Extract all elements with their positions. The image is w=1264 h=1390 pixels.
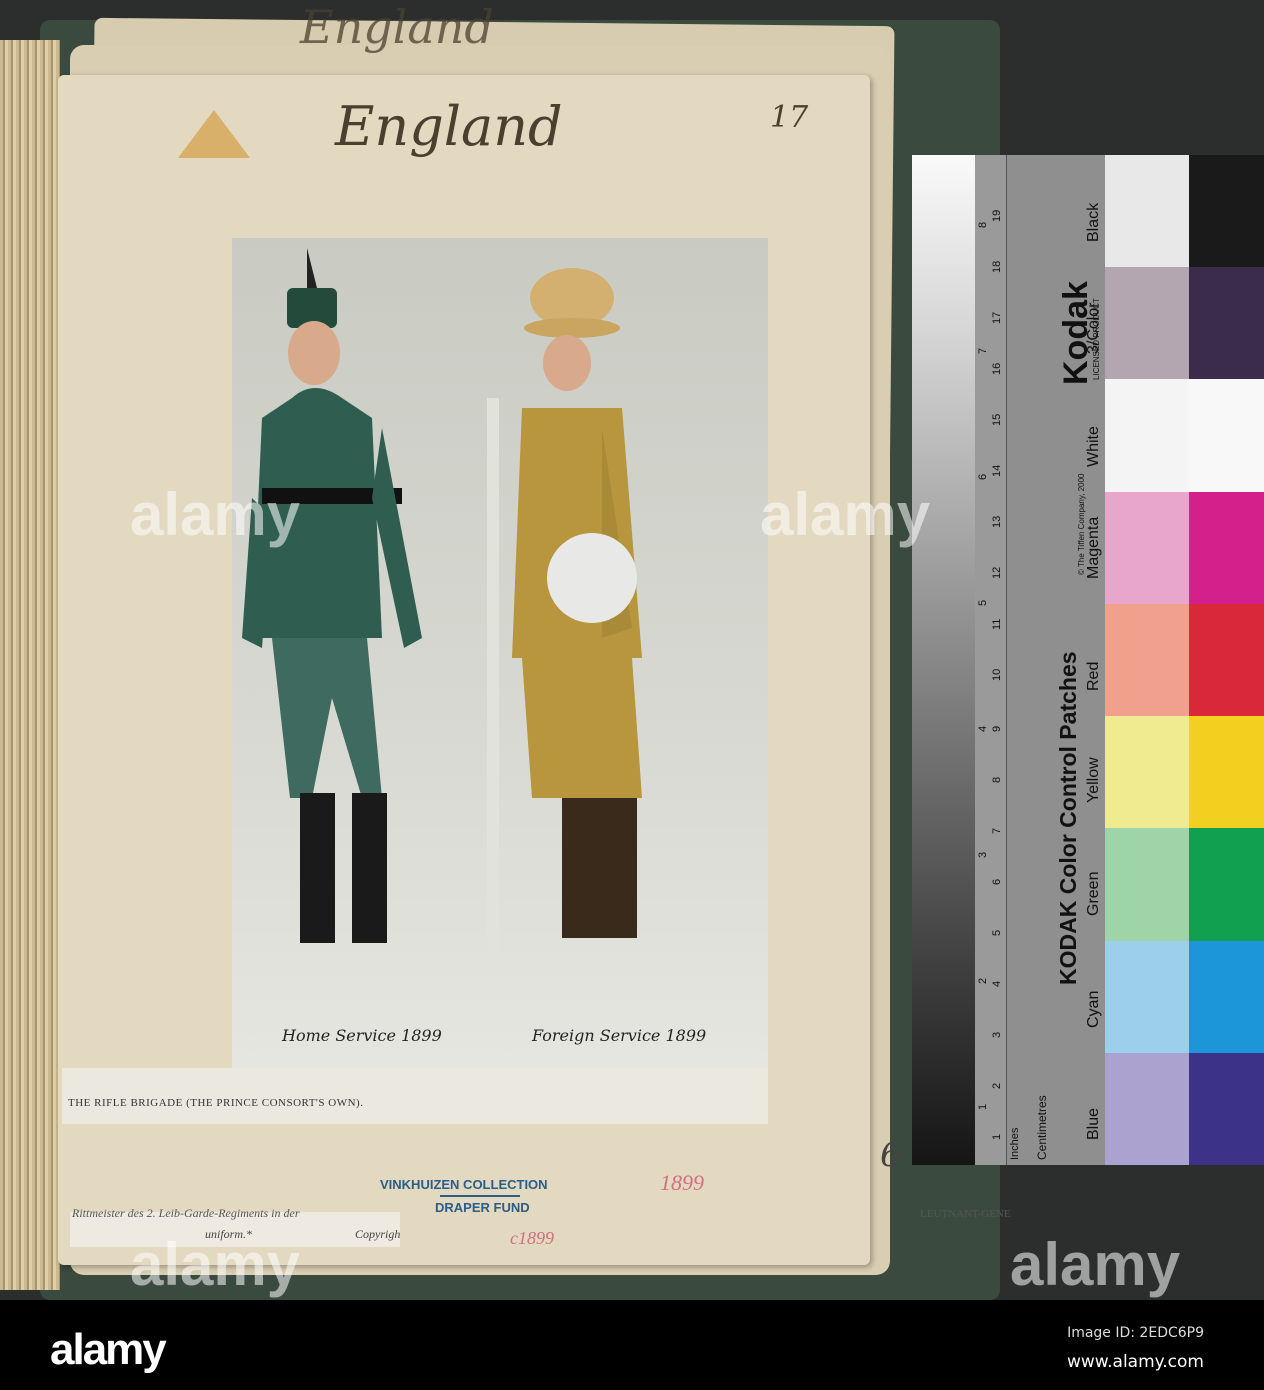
watermark: alamy: [130, 481, 301, 548]
printed-fragment: Rittmeister des 2. Leib-Garde-Regiments …: [72, 1206, 300, 1220]
color-patch: [1105, 155, 1189, 268]
inch-tick-label: 2: [977, 977, 989, 984]
cm-tick-label: 15: [991, 413, 1003, 426]
printed-fragment: Copyrigh: [355, 1227, 401, 1241]
inches-label: Inches: [1009, 1127, 1021, 1160]
caption-strip: [62, 1068, 768, 1124]
ruler: 1 2 3 4 5 6 7 8 9 10 11 12 13 14 15 16 17 18 19 1 2 3 4 5 6 7 8: [975, 155, 1007, 1165]
color-patch: [1189, 267, 1264, 380]
kodak-color-target: 1 2 3 4 5 6 7 8 9 10 11 12 13 14 15 16 17 18 19 1 2 3 4 5 6 7 8 In…: [912, 155, 1264, 1165]
site-url: www.alamy.com: [1066, 1352, 1204, 1372]
cm-tick-label: 14: [991, 464, 1003, 477]
color-patch: [1105, 603, 1189, 717]
soldiers-drawing: [242, 248, 642, 978]
printed-fragment: LEUTNANT-GENE: [920, 1208, 1011, 1220]
color-patch: [1105, 267, 1189, 380]
book-page-edges: [0, 40, 60, 1290]
lower-page-number: 6: [880, 1135, 902, 1175]
inch-tick-label: 3: [977, 851, 989, 858]
cm-tick-label: 10: [991, 668, 1003, 681]
color-label: Blue: [1085, 1107, 1102, 1140]
inch-tick-label: 5: [977, 599, 989, 606]
inch-tick-label: 6: [977, 473, 989, 480]
cm-tick-label: 16: [991, 362, 1003, 375]
watermark: alamy: [1010, 1231, 1181, 1298]
handwritten-title: England: [335, 95, 563, 158]
page-number: 17: [770, 100, 809, 135]
tape-corner: [178, 110, 250, 158]
color-patch: [1189, 940, 1264, 1053]
color-patches: [1105, 155, 1264, 1165]
color-patch: [1105, 379, 1189, 492]
color-label: Green: [1085, 871, 1102, 916]
color-patch: [1189, 379, 1264, 492]
color-label: White: [1085, 425, 1102, 467]
image-id: Image ID: 2EDC6P9: [1067, 1325, 1204, 1341]
color-patch: [1189, 491, 1264, 604]
cm-tick-label: 1: [991, 1133, 1003, 1140]
color-label: Yellow: [1085, 757, 1102, 804]
color-patch: [1189, 155, 1264, 268]
cm-tick-label: 11: [991, 618, 1003, 630]
handwritten-title-top: England: [300, 0, 494, 54]
watermark: alamy: [760, 481, 931, 548]
color-label: Red: [1085, 661, 1102, 692]
color-patch: [1189, 716, 1264, 829]
home-service-label: Home Service 1899: [282, 1026, 442, 1045]
red-circa-annotation: c1899: [510, 1228, 554, 1248]
color-patch: [1189, 828, 1264, 941]
cm-tick-label: 8: [991, 776, 1003, 783]
color-label: Black: [1085, 203, 1102, 243]
inch-tick-label: 1: [977, 1103, 989, 1110]
kodak-title: KODAK Color Control Patches: [1055, 651, 1081, 985]
color-patch: [1105, 1052, 1189, 1165]
cm-tick-label: 4: [991, 980, 1003, 987]
cm-tick-label: 9: [991, 725, 1003, 732]
stamp-divider: [440, 1195, 520, 1197]
foreign-service-label: Foreign Service 1899: [532, 1026, 707, 1045]
cm-tick-label: 18: [991, 260, 1003, 273]
uniform-illustration: Home Service 1899 Foreign Service 1899: [232, 238, 768, 1070]
fund-stamp: DRAPER FUND: [435, 1200, 530, 1215]
cm-tick-label: 12: [991, 566, 1003, 579]
cm-tick-label: 6: [991, 878, 1003, 885]
cm-tick-label: 3: [991, 1031, 1003, 1038]
watermark: alamy: [130, 1231, 301, 1298]
grayscale-steps: [912, 155, 975, 1165]
kodak-label-area: Inches Centimetres KODAK Color Control P…: [1007, 155, 1105, 1165]
color-patch: [1189, 603, 1264, 717]
inch-tick-label: 7: [977, 347, 989, 354]
color-patch: [1105, 940, 1189, 1053]
cm-tick-label: 2: [991, 1082, 1003, 1089]
alamy-logo: alamy: [50, 1325, 167, 1374]
inch-tick-label: 8: [977, 221, 989, 228]
collection-stamp: VINKHUIZEN COLLECTION: [380, 1177, 548, 1192]
cm-tick-label: 5: [991, 929, 1003, 936]
centimetres-label: Centimetres: [1035, 1095, 1049, 1160]
color-label: Magenta: [1085, 516, 1102, 579]
color-label: Cyan: [1085, 990, 1102, 1028]
color-patch: [1105, 491, 1189, 604]
cm-tick-label: 17: [991, 311, 1003, 324]
red-year-annotation: 1899: [660, 1170, 704, 1195]
color-patch: [1105, 716, 1189, 829]
cm-tick-label: 13: [991, 515, 1003, 528]
color-patch: [1105, 828, 1189, 941]
inch-tick-label: 4: [977, 725, 989, 732]
cm-tick-label: 7: [991, 827, 1003, 834]
watermark-footer: alamy Image ID: 2EDC6P9 www.alamy.com: [0, 1300, 1264, 1390]
cm-tick-label: 19: [991, 209, 1003, 222]
caption: THE RIFLE BRIGADE (THE PRINCE CONSORT'S …: [68, 1097, 364, 1109]
color-label: 3/Color: [1085, 302, 1102, 355]
color-patch: [1189, 1052, 1264, 1165]
